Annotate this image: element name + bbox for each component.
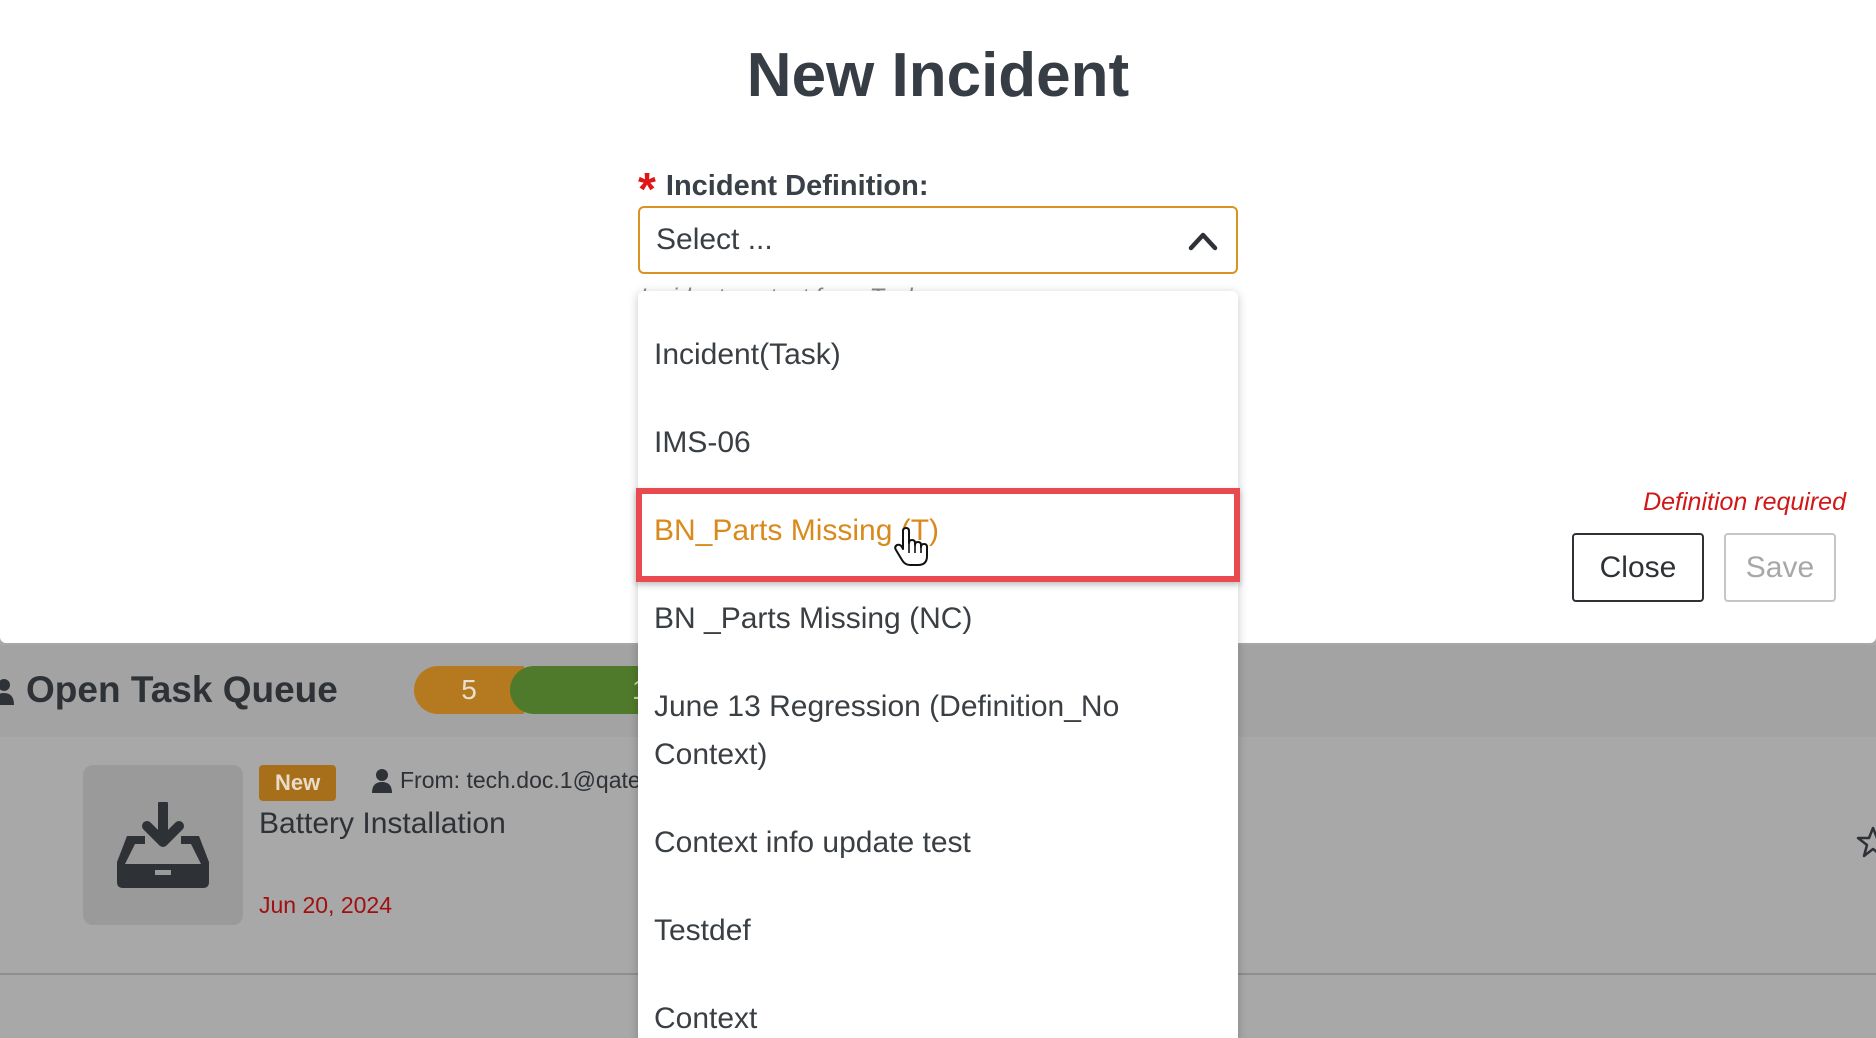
incident-definition-label: * Incident Definition:: [638, 160, 929, 212]
task-thumbnail: [83, 765, 243, 925]
queue-title: Open Task Queue: [0, 668, 338, 712]
option-ims-06[interactable]: IMS-06: [638, 419, 1238, 467]
modal-title: New Incident: [746, 41, 1130, 110]
option-context-info-update-test[interactable]: Context info update test: [638, 819, 1238, 867]
option-june-13-regression-cont[interactable]: Context): [638, 731, 1238, 779]
task-from: From: tech.doc.1@qatea: [372, 767, 653, 794]
star-icon[interactable]: [1856, 825, 1876, 859]
option-june-13-regression[interactable]: June 13 Regression (Definition_No: [638, 683, 1238, 731]
person-icon: [372, 768, 392, 793]
error-message: Definition required: [1643, 488, 1846, 516]
hover-highlight: [636, 488, 1240, 582]
person-icon: [0, 679, 14, 705]
queue-title-text: Open Task Queue: [26, 669, 338, 710]
status-badge: New: [259, 765, 337, 801]
task-name[interactable]: Battery Installation: [259, 807, 506, 841]
close-button[interactable]: Close: [1572, 533, 1704, 602]
hand-cursor-icon: [894, 527, 928, 566]
option-context[interactable]: Context: [638, 995, 1238, 1038]
save-button[interactable]: Save: [1724, 533, 1836, 602]
option-incident-task[interactable]: Incident(Task): [638, 331, 1238, 379]
task-date: Jun 20, 2024: [259, 892, 393, 918]
option-bn-parts-missing-nc[interactable]: BN _Parts Missing (NC): [638, 595, 1238, 643]
inbox-download-icon: [117, 802, 209, 888]
incident-definition-label-text: Incident Definition:: [665, 169, 929, 202]
chevron-up-icon[interactable]: [1188, 230, 1218, 252]
count-new: 5: [414, 666, 524, 714]
incident-definition-select[interactable]: Select ...: [638, 206, 1238, 274]
select-placeholder: Select ...: [656, 223, 773, 256]
task-from-text: From: tech.doc.1@qatea: [400, 767, 654, 793]
incident-definition-options[interactable]: Incident(Task) IMS-06 BN_Parts Missing (…: [638, 291, 1238, 1038]
option-testdef[interactable]: Testdef: [638, 907, 1238, 955]
